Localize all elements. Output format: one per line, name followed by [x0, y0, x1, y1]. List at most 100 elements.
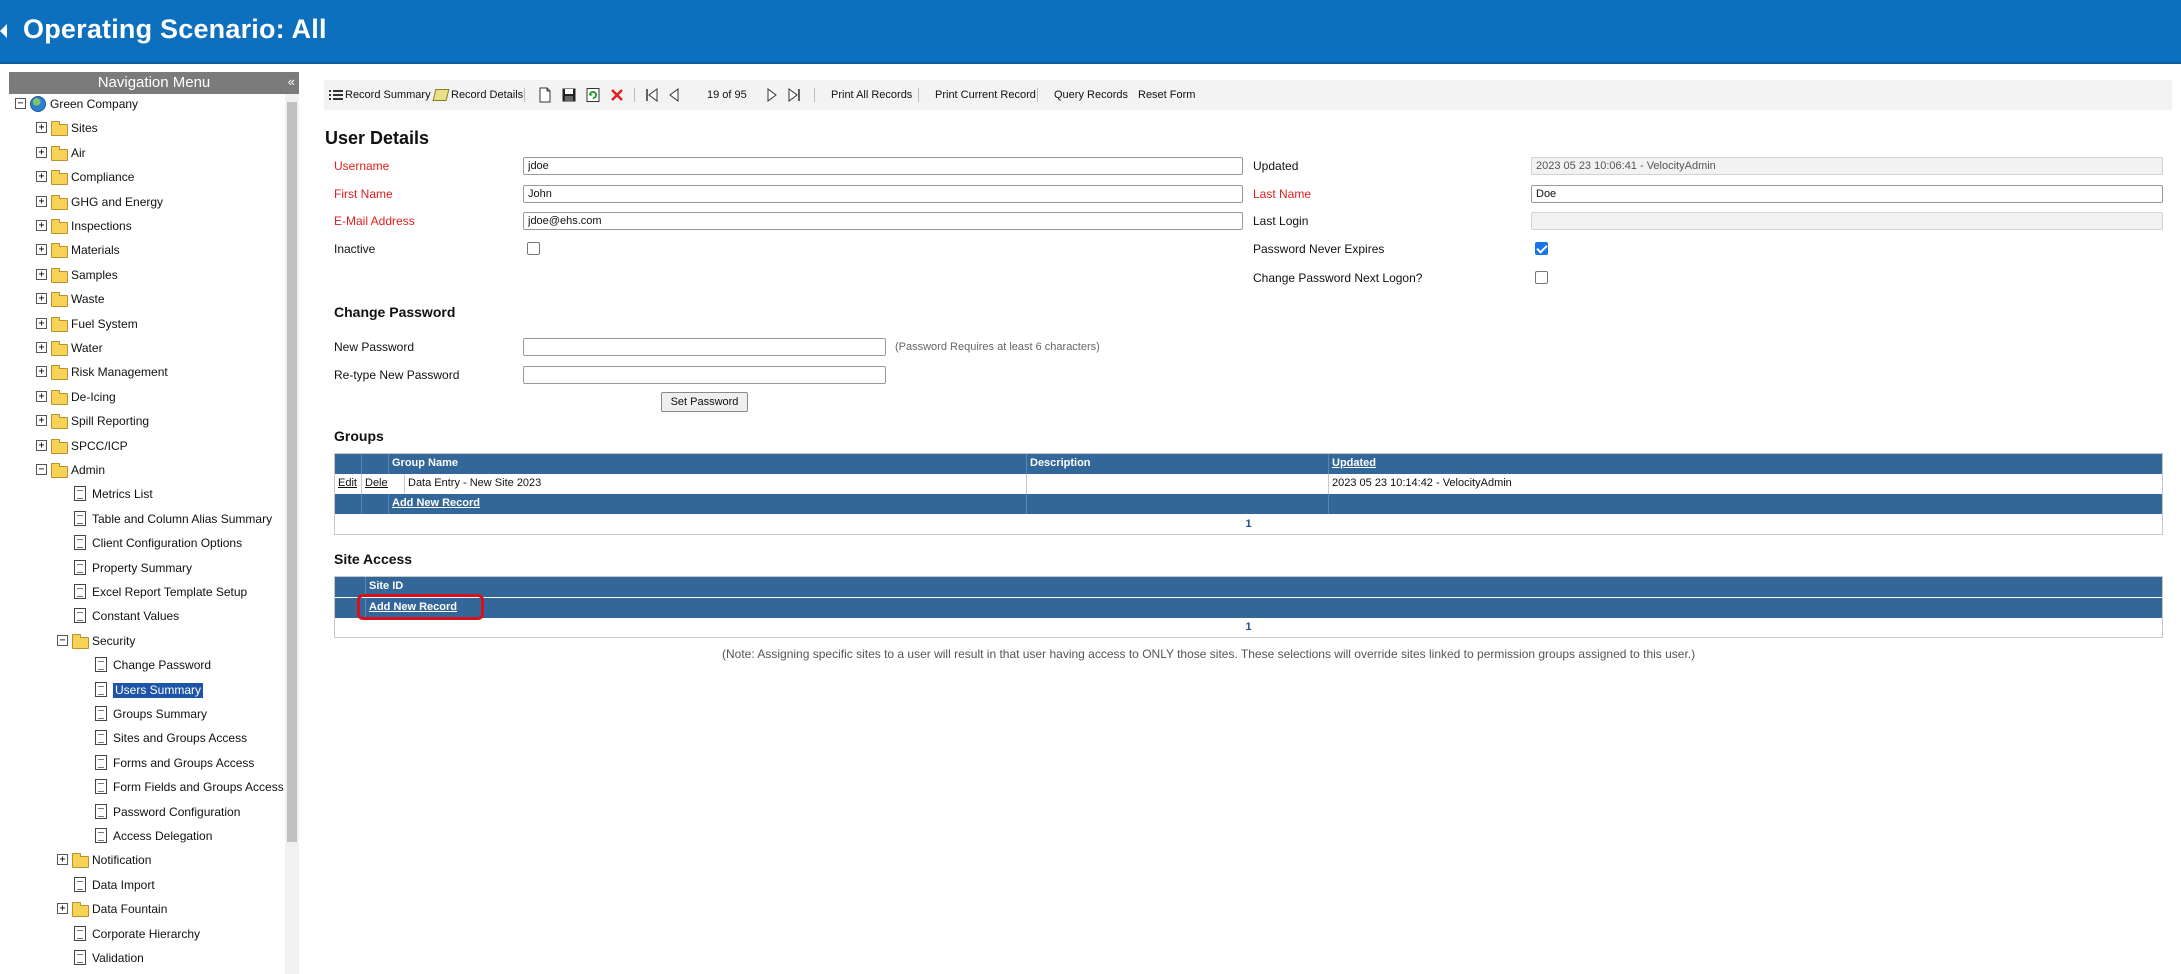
last-record-icon[interactable] [786, 87, 802, 103]
collapse-icon[interactable]: − [36, 464, 47, 475]
last-name-input[interactable] [1531, 185, 2163, 203]
nav-item[interactable]: Groups Summary [9, 704, 285, 724]
first-record-icon[interactable] [644, 87, 660, 103]
expand-icon[interactable]: + [36, 366, 47, 378]
username-input[interactable] [523, 157, 1243, 175]
delete-link[interactable]: Delete [365, 477, 388, 489]
nav-item[interactable]: + Samples [9, 265, 285, 285]
nav-item[interactable]: Excel Report Template Setup [9, 582, 285, 602]
password-never-expires-checkbox[interactable] [1535, 242, 1548, 255]
nav-item[interactable]: Change Password [9, 655, 285, 675]
nav-item[interactable]: Sites and Groups Access [9, 728, 285, 748]
nav-item[interactable]: + Air [9, 143, 285, 163]
expand-icon[interactable]: + [36, 146, 47, 158]
delete-icon[interactable] [609, 87, 625, 103]
nav-item[interactable]: + SPCC/ICP [9, 436, 285, 456]
expand-icon[interactable]: + [36, 439, 47, 451]
print-current-record-button[interactable]: Print Current Record [935, 87, 1036, 103]
first-name-input[interactable] [523, 185, 1243, 203]
expand-icon[interactable]: + [36, 220, 47, 231]
change-password-next-logon-checkbox[interactable] [1535, 271, 1548, 284]
nav-item[interactable]: + Materials [9, 240, 285, 260]
nav-item[interactable]: + Waste [9, 289, 285, 309]
retype-password-input[interactable] [523, 366, 886, 384]
nav-item[interactable]: Validation [9, 948, 285, 968]
nav-item[interactable]: Access Delegation [9, 826, 285, 846]
record-position: 19 of 95 [707, 89, 747, 101]
nav-item[interactable]: Form Fields and Groups Access [9, 777, 285, 797]
expand-icon[interactable]: + [36, 390, 47, 402]
nav-item[interactable]: Password Configuration [9, 802, 285, 822]
edit-link[interactable]: Edit [338, 477, 357, 489]
nav-item[interactable]: Users Summary [9, 680, 285, 700]
email-input[interactable] [523, 212, 1243, 230]
nav-item-label: GHG and Energy [71, 194, 164, 209]
nav-item[interactable]: Property Summary [9, 558, 285, 578]
collapse-left-icon[interactable] [0, 24, 7, 38]
groups-page-link[interactable]: 1 [1245, 518, 1251, 530]
next-record-icon[interactable] [764, 87, 780, 103]
nav-item[interactable]: + Notification [9, 850, 285, 870]
nav-item[interactable]: + Water [9, 338, 285, 358]
header-spacer [361, 454, 388, 474]
nav-item[interactable]: Data Import [9, 875, 285, 895]
toolbar-divider [524, 88, 525, 102]
record-summary-button[interactable]: Record Summary [329, 87, 431, 103]
nav-item[interactable]: + De-Icing [9, 387, 285, 407]
column-header-description[interactable]: Description [1026, 454, 1328, 474]
query-records-button[interactable]: Query Records [1054, 87, 1128, 103]
reset-form-button[interactable]: Reset Form [1138, 87, 1195, 103]
navigation-scrollbar[interactable] [285, 94, 299, 974]
expand-icon[interactable]: + [36, 293, 47, 305]
nav-item[interactable]: − Admin [9, 460, 285, 480]
expand-icon[interactable]: + [36, 342, 47, 353]
site-access-page-link[interactable]: 1 [1245, 621, 1251, 633]
nav-item[interactable]: Forms and Groups Access [9, 753, 285, 773]
updated-sort-link[interactable]: Updated [1332, 457, 1376, 469]
nav-item[interactable]: + Compliance [9, 167, 285, 187]
record-details-button[interactable]: Record Details [432, 87, 523, 103]
collapse-icon[interactable]: − [57, 634, 68, 646]
folder-icon [51, 267, 68, 283]
nav-item[interactable]: Client Configuration Options [9, 533, 285, 553]
nav-item[interactable]: + Spill Reporting [9, 411, 285, 431]
column-header-updated[interactable]: Updated [1328, 454, 2162, 474]
print-all-records-button[interactable]: Print All Records [831, 87, 912, 103]
nav-item[interactable]: − Green Company [9, 94, 285, 114]
inactive-checkbox[interactable] [527, 242, 540, 255]
expand-icon[interactable]: + [57, 854, 68, 866]
expand-icon[interactable]: + [36, 415, 47, 427]
refresh-icon[interactable] [585, 87, 601, 103]
nav-item[interactable]: Table and Column Alias Summary [9, 509, 285, 529]
expand-icon[interactable]: + [36, 268, 47, 280]
previous-record-icon[interactable] [666, 87, 682, 103]
groups-add-new-record-link[interactable]: Add New Record [392, 497, 480, 509]
nav-item[interactable]: Constant Values [9, 606, 285, 626]
collapse-menu-icon[interactable]: « [288, 74, 295, 90]
expand-icon[interactable]: + [36, 317, 47, 329]
save-icon[interactable] [561, 87, 577, 103]
column-header-site-id[interactable]: Site ID [365, 577, 2162, 597]
navigation-scrollbar-thumb[interactable] [287, 102, 297, 842]
expand-icon[interactable]: + [36, 195, 47, 207]
set-password-button[interactable]: Set Password [661, 392, 748, 412]
nav-item[interactable]: + Fuel System [9, 314, 285, 334]
nav-item[interactable]: + Risk Management [9, 362, 285, 382]
nav-item[interactable]: Corporate Hierarchy [9, 924, 285, 944]
new-password-input[interactable] [523, 338, 886, 356]
nav-item[interactable]: + Sites [9, 118, 285, 138]
expand-icon[interactable]: + [36, 122, 47, 134]
document-icon [74, 535, 86, 551]
column-header-group-name[interactable]: Group Name [388, 454, 1081, 474]
nav-item[interactable]: Metrics List [9, 484, 285, 504]
expand-icon[interactable]: + [36, 171, 47, 183]
expand-icon[interactable]: + [57, 903, 68, 915]
new-record-icon[interactable] [537, 87, 553, 103]
collapse-icon[interactable]: − [15, 98, 26, 109]
nav-item[interactable]: − Security [9, 631, 285, 651]
nav-item[interactable]: + Inspections [9, 216, 285, 236]
expand-icon[interactable]: + [36, 244, 47, 256]
nav-item[interactable]: + Data Fountain [9, 899, 285, 919]
nav-item[interactable]: + GHG and Energy [9, 192, 285, 212]
document-icon [95, 779, 107, 795]
